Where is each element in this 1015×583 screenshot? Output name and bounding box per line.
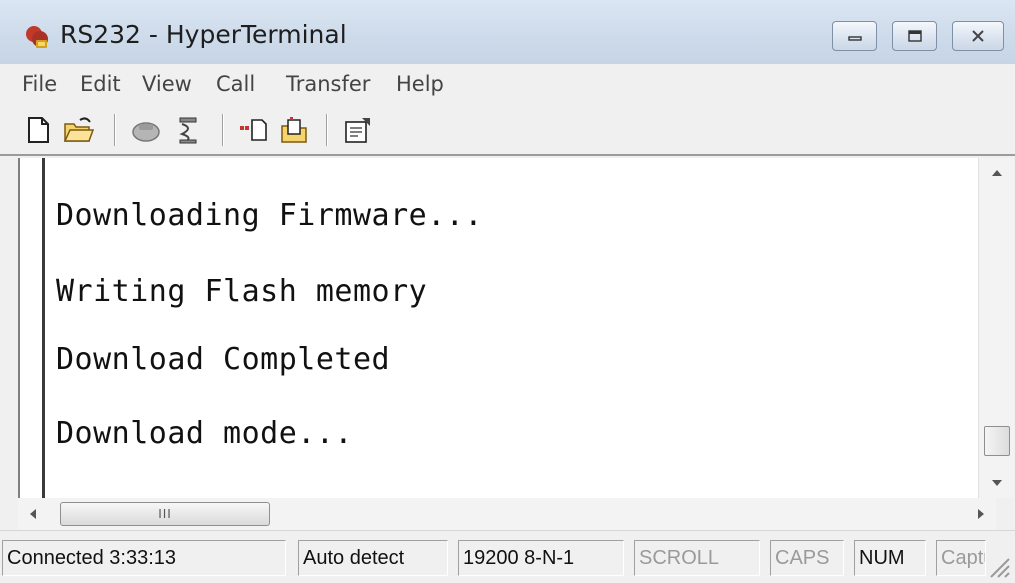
menu-view[interactable]: View xyxy=(142,72,192,96)
close-button[interactable] xyxy=(952,21,1004,51)
status-capture: Capture xyxy=(936,540,986,576)
minimize-icon xyxy=(847,36,862,41)
window-title: RS232 - HyperTerminal xyxy=(60,20,347,49)
terminal-area[interactable]: Downloading Firmware... Writing Flash me… xyxy=(18,158,978,498)
open-icon[interactable] xyxy=(62,114,94,146)
status-detect: Auto detect xyxy=(298,540,448,576)
maximize-button[interactable] xyxy=(892,21,937,51)
status-num: NUM xyxy=(854,540,926,576)
menu-help[interactable]: Help xyxy=(396,72,444,96)
title-bar[interactable]: RS232 - HyperTerminal xyxy=(0,0,1015,64)
status-caps: CAPS xyxy=(770,540,844,576)
horizontal-scrollbar[interactable]: III xyxy=(18,498,996,530)
scroll-up-button[interactable] xyxy=(979,158,1015,188)
scroll-right-button[interactable] xyxy=(966,498,996,530)
toolbar-separator xyxy=(326,114,328,146)
status-settings: 19200 8-N-1 xyxy=(458,540,624,576)
scroll-grip: III xyxy=(158,507,172,521)
hyperterminal-phone-icon xyxy=(26,26,48,48)
menu-bar: File Edit View Call Transfer Help xyxy=(0,64,1015,104)
scroll-left-button[interactable] xyxy=(18,498,48,530)
vertical-scroll-thumb[interactable] xyxy=(984,426,1010,456)
receive-icon[interactable] xyxy=(278,114,310,146)
vertical-scrollbar[interactable] xyxy=(978,158,1014,498)
toolbar-separator xyxy=(114,114,116,146)
scroll-down-button[interactable] xyxy=(979,468,1015,498)
menu-edit[interactable]: Edit xyxy=(80,72,121,96)
menu-transfer[interactable]: Transfer xyxy=(286,72,370,96)
arrow-right-icon xyxy=(978,509,984,519)
status-connected: Connected 3:33:13 xyxy=(2,540,286,576)
arrow-left-icon xyxy=(30,509,36,519)
new-icon[interactable] xyxy=(22,114,54,146)
terminal-line: Writing Flash memory xyxy=(56,274,428,309)
connect-icon[interactable] xyxy=(130,114,162,146)
terminal-line: Downloading Firmware... xyxy=(56,198,483,233)
menu-call[interactable]: Call xyxy=(216,72,255,96)
terminal-margin-line xyxy=(42,158,46,498)
close-icon xyxy=(972,30,984,42)
arrow-up-icon xyxy=(992,170,1002,176)
send-icon[interactable] xyxy=(238,114,270,146)
arrow-down-icon xyxy=(992,480,1002,486)
terminal-line: Download Completed xyxy=(56,342,391,377)
resize-grip-icon[interactable] xyxy=(985,553,1011,579)
menu-file[interactable]: File xyxy=(22,72,57,96)
toolbar-separator xyxy=(222,114,224,146)
properties-icon[interactable] xyxy=(342,114,374,146)
status-scroll: SCROLL xyxy=(634,540,760,576)
horizontal-scroll-thumb[interactable]: III xyxy=(60,502,270,526)
disconnect-icon[interactable] xyxy=(172,114,204,146)
maximize-icon xyxy=(907,30,922,42)
status-bar: Connected 3:33:13 Auto detect 19200 8-N-… xyxy=(0,530,1015,583)
toolbar xyxy=(0,104,1015,156)
terminal-line: Download mode... xyxy=(56,416,353,451)
minimize-button[interactable] xyxy=(832,21,877,51)
